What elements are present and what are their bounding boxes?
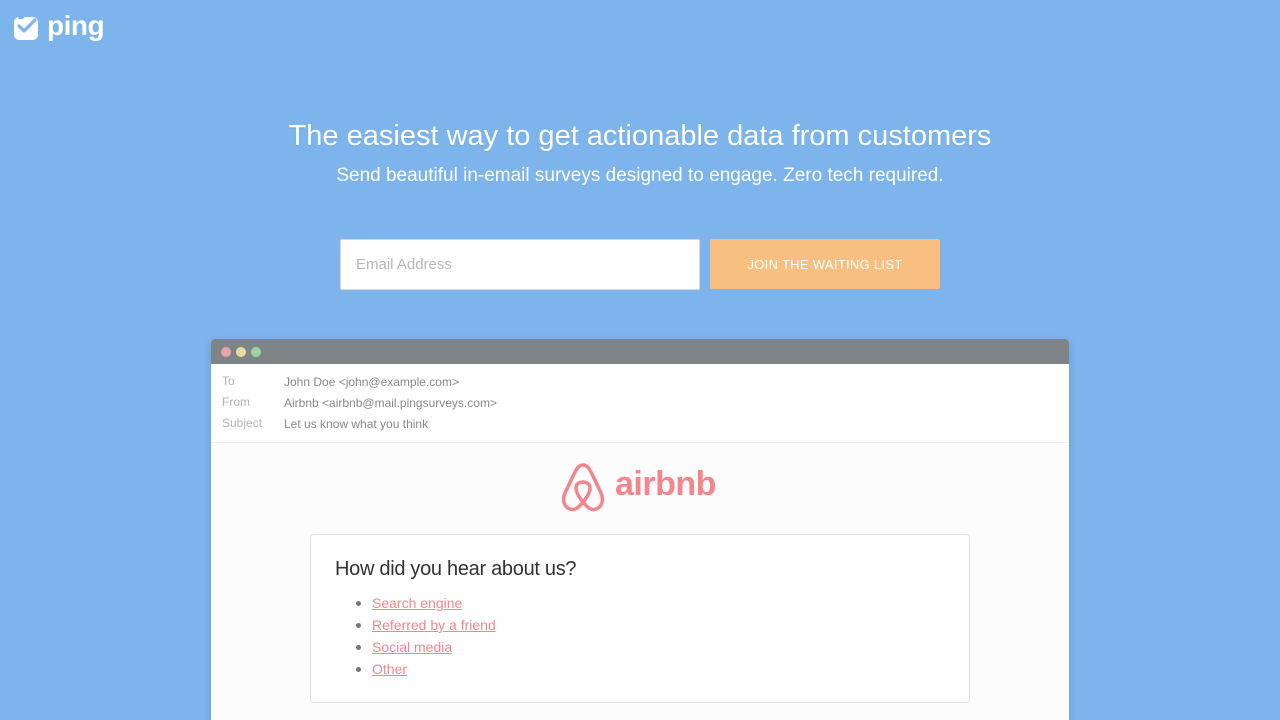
window-minimize-dot <box>236 347 246 357</box>
bullet-icon <box>356 645 361 650</box>
ping-logo-icon <box>14 13 38 40</box>
survey-option: Other <box>356 660 496 682</box>
window-titlebar <box>211 339 1069 364</box>
airbnb-logo-icon <box>561 463 605 512</box>
survey-question: How did you hear about us? <box>335 558 577 580</box>
bullet-icon <box>356 623 361 628</box>
survey-option: Search engine <box>356 594 496 616</box>
to-value: John Doe <john@example.com> <box>284 375 459 389</box>
survey-card: How did you hear about us? Search engine… <box>310 534 970 703</box>
option-social-media[interactable]: Social media <box>372 639 452 655</box>
ping-logo-text: ping <box>47 9 105 41</box>
bullet-icon <box>356 667 361 672</box>
hero-subtitle: Send beautiful in-email surveys designed… <box>336 165 944 186</box>
subject-value: Let us know what you think <box>284 417 429 431</box>
survey-options: Search engine Referred by a friend Socia… <box>356 594 496 682</box>
airbnb-brand: airbnb <box>559 461 716 513</box>
to-label: To <box>222 374 235 388</box>
bullet-icon <box>356 601 361 606</box>
email-headers: To John Doe <john@example.com> From Airb… <box>211 364 1069 443</box>
survey-option: Social media <box>356 638 496 660</box>
landing-page: ping The easiest way to get actionable d… <box>0 0 1280 720</box>
subject-label: Subject <box>222 416 263 430</box>
window-zoom-dot <box>251 347 261 357</box>
survey-option: Referred by a friend <box>356 616 496 638</box>
window-close-dot <box>221 347 231 357</box>
hero-title: The easiest way to get actionable data f… <box>288 120 992 152</box>
airbnb-wordmark: airbnb <box>615 465 716 503</box>
email-address-input[interactable] <box>340 239 700 290</box>
option-other[interactable]: Other <box>372 661 407 677</box>
option-referred-by-friend[interactable]: Referred by a friend <box>372 617 496 633</box>
email-preview-window: To John Doe <john@example.com> From Airb… <box>211 339 1069 720</box>
ping-logo[interactable]: ping <box>14 9 105 41</box>
from-label: From <box>222 395 250 409</box>
join-waiting-list-button[interactable]: JOIN THE WAITING LIST <box>710 239 940 289</box>
from-value: Airbnb <airbnb@mail.pingsurveys.com> <box>284 396 497 410</box>
option-search-engine[interactable]: Search engine <box>372 595 462 611</box>
